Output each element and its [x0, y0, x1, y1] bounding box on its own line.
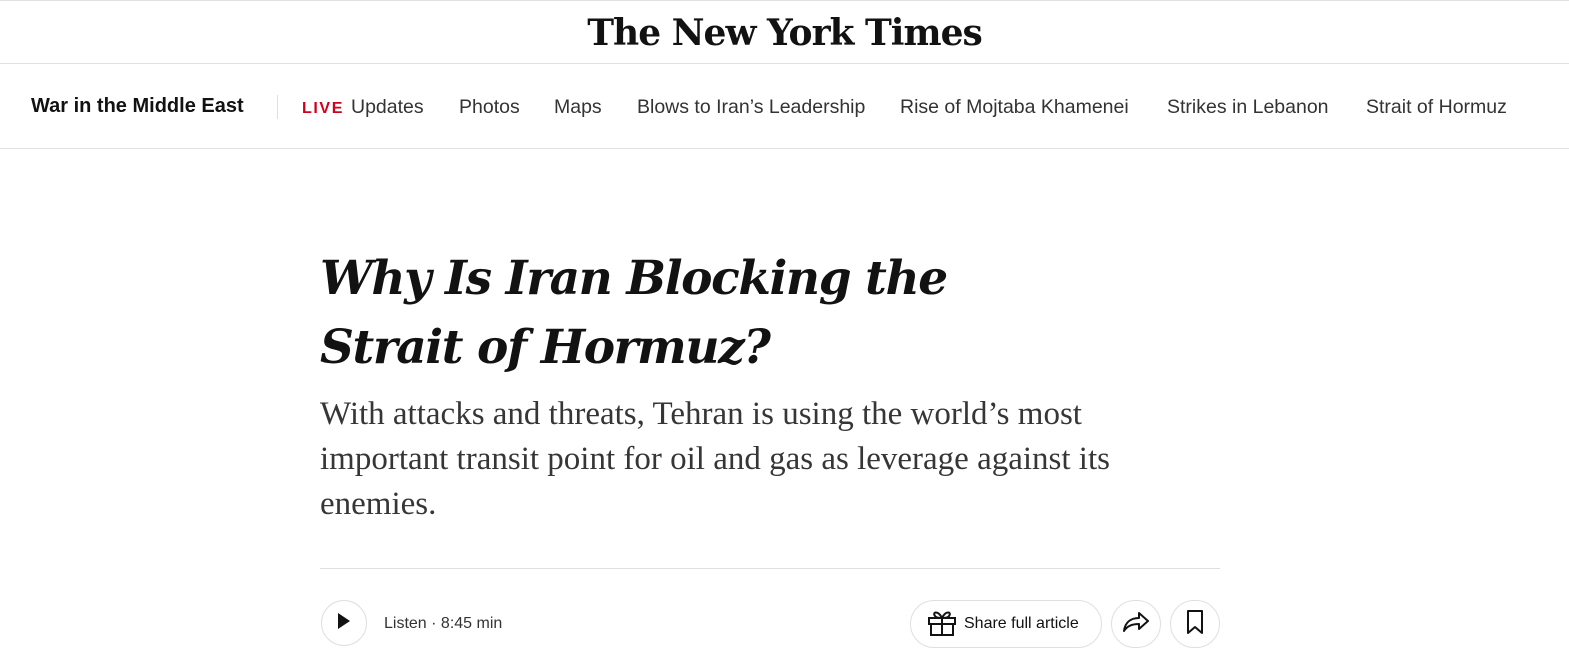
listen-duration-label[interactable]: Listen · 8:45 min — [384, 614, 502, 634]
share-arrow-icon — [1122, 611, 1150, 638]
section-subnav: War in the Middle East LIVE Updates Phot… — [0, 64, 1569, 149]
header-divider — [320, 568, 1220, 569]
article-headline: Why Is Iran Blocking the Strait of Hormu… — [320, 251, 948, 375]
live-label[interactable]: LIVE — [302, 99, 344, 119]
subnav-item-blows-to-irans-leadership[interactable]: Blows to Iran’s Leadership — [637, 95, 865, 119]
share-full-article-button[interactable]: Share full article — [910, 600, 1102, 648]
gift-icon — [927, 608, 957, 641]
subnav-item-strait-of-hormuz[interactable]: Strait of Hormuz — [1366, 95, 1507, 119]
save-bookmark-button[interactable] — [1170, 600, 1220, 648]
subnav-divider — [277, 95, 278, 119]
subnav-item-updates[interactable]: Updates — [351, 95, 424, 119]
subnav-item-rise-of-mojtaba-khamenei[interactable]: Rise of Mojtaba Khamenei — [900, 95, 1129, 119]
play-icon — [337, 612, 351, 634]
subnav-item-maps[interactable]: Maps — [554, 95, 602, 119]
listen-play-button[interactable] — [321, 600, 367, 646]
subnav-item-photos[interactable]: Photos — [459, 95, 520, 119]
share-button[interactable] — [1111, 600, 1161, 648]
section-title[interactable]: War in the Middle East — [31, 95, 244, 118]
subnav-item-strikes-in-lebanon[interactable]: Strikes in Lebanon — [1167, 95, 1329, 119]
article-summary: With attacks and threats, Tehran is usin… — [320, 396, 1110, 522]
nyt-logo[interactable]: The New York Times — [587, 15, 982, 51]
share-full-article-label: Share full article — [964, 615, 1079, 632]
bookmark-icon — [1186, 609, 1204, 640]
masthead-bar: The New York Times — [0, 0, 1569, 64]
